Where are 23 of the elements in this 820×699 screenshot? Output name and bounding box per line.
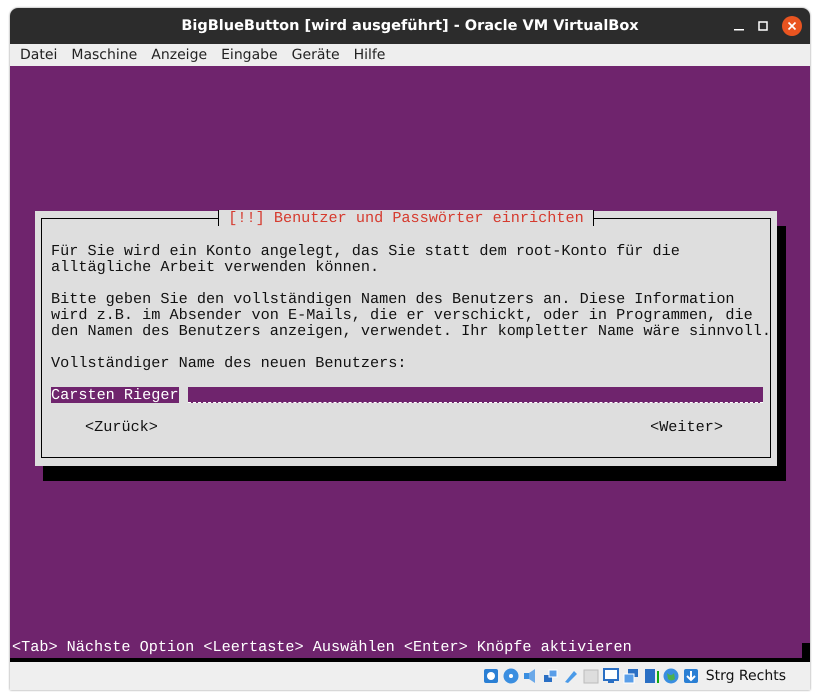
host-key-label: Strg Rechts — [706, 668, 786, 684]
back-button[interactable]: <Zurück> — [85, 419, 158, 435]
dialog-title: [!!] Benutzer und Passwörter einrichten — [218, 210, 594, 226]
key-hint-text: <Tab> Nächste Option <Leertaste> Auswählen <Enter> Knöpfe aktivieren — [12, 638, 632, 656]
optical-disc-icon[interactable] — [502, 667, 520, 685]
windows-icon[interactable] — [622, 667, 640, 685]
menu-item[interactable]: Eingabe — [221, 47, 278, 63]
menu-item[interactable]: Hilfe — [354, 47, 386, 63]
window-title: BigBlueButton [wird ausgeführt] - Oracle VM VirtualBox — [181, 18, 639, 34]
dialog-text: Vollständiger Name des neuen Benutzers: — [51, 355, 408, 371]
menu-item[interactable]: Anzeige — [151, 47, 208, 63]
menu-item[interactable]: Geräte — [292, 47, 340, 63]
dialog-text: Für Sie wird ein Konto angelegt, das Sie statt dem root-Konto für die alltägliche Arbeit verwenden können. — [51, 243, 681, 275]
display-icon[interactable] — [602, 667, 620, 685]
globe-icon[interactable] — [662, 667, 680, 685]
menu-item[interactable]: Maschine — [71, 47, 138, 63]
network-icon[interactable] — [542, 667, 560, 685]
menu-item[interactable]: Datei — [20, 47, 58, 63]
next-button[interactable]: <Weiter> — [650, 419, 723, 435]
download-icon[interactable] — [682, 667, 700, 685]
close-icon[interactable] — [782, 16, 802, 36]
dialog-text: Bitte geben Sie den vollständigen Namen des Benutzers an. Diese Information wird z.B. im Absender von E-Mails, die er verschickt, oder in Programmen, die den Namen des Benutzers anzeigen, verwendet. Ihr kompletter Name wäre sinnvoll. — [51, 291, 772, 339]
maximize-icon[interactable] — [758, 21, 768, 31]
